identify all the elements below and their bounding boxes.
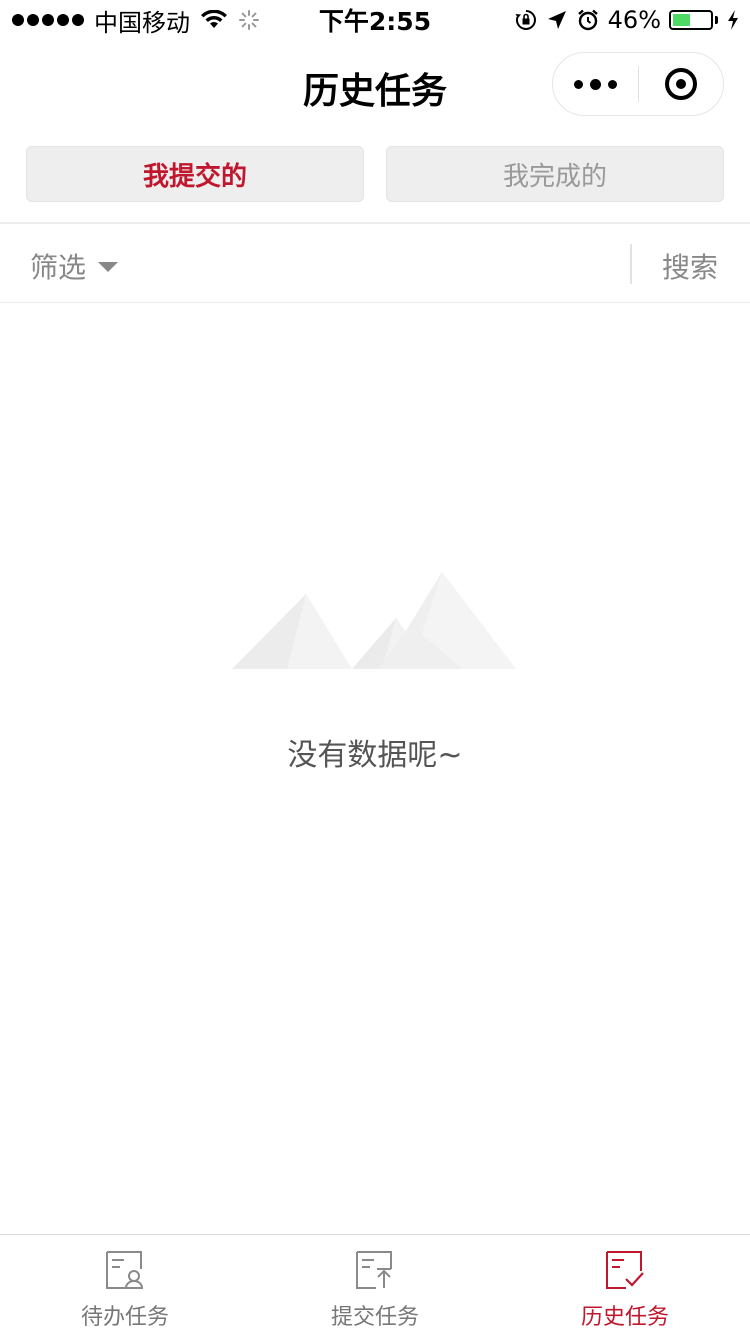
filter-dropdown[interactable]: 筛选 <box>30 246 119 286</box>
tabbar-label: 提交任务 <box>330 1305 419 1330</box>
todo-task-icon <box>106 1251 144 1289</box>
battery-level-fill <box>673 14 690 26</box>
tabbar-item-todo[interactable]: 待办任务 <box>0 1235 250 1334</box>
tabbar-item-history[interactable]: 历史任务 <box>500 1235 750 1334</box>
charging-bolt-icon <box>728 10 738 30</box>
mountains-icon <box>232 572 516 669</box>
divider <box>0 302 750 303</box>
status-left: 中国移动 <box>0 3 260 38</box>
more-button[interactable] <box>553 53 638 115</box>
search-button[interactable]: 搜索 <box>662 246 718 286</box>
target-close-icon <box>664 68 697 100</box>
location-arrow-icon <box>547 11 566 29</box>
status-bar: 中国移动 下午2:55 46% <box>0 0 750 40</box>
filter-bar: 筛选 搜索 <box>0 224 750 302</box>
mini-program-capsule <box>552 52 724 116</box>
page: 中国移动 下午2:55 46% 历史任务 我提交的 我完成的 筛选 搜索 没有数… <box>0 0 750 1334</box>
more-dot-icon <box>574 79 583 89</box>
alarm-icon <box>577 9 598 31</box>
chevron-down-icon <box>98 262 119 272</box>
filter-divider <box>630 244 632 284</box>
tab-submitted-by-me[interactable]: 我提交的 <box>26 146 364 202</box>
orientation-lock-icon <box>515 10 536 30</box>
tabbar-item-submit[interactable]: 提交任务 <box>250 1235 500 1334</box>
battery-percent: 46% <box>607 6 661 34</box>
tabbar-label: 历史任务 <box>580 1305 669 1330</box>
tab-completed-by-me[interactable]: 我完成的 <box>386 146 724 202</box>
battery-tip <box>715 16 718 24</box>
wifi-icon <box>201 10 227 28</box>
activity-spinner-icon <box>239 10 259 30</box>
tabbar-label: 待办任务 <box>80 1305 169 1330</box>
history-task-icon <box>606 1251 644 1289</box>
more-dot-icon <box>608 79 617 89</box>
carrier-name: 中国移动 <box>94 8 190 37</box>
empty-state-message: 没有数据呢~ <box>287 738 463 773</box>
close-mini-program-button[interactable] <box>639 53 723 115</box>
signal-strength-icon <box>12 14 84 26</box>
segment-tabs: 我提交的 我完成的 <box>26 146 724 204</box>
status-right: 46% <box>514 6 750 34</box>
navigation-bar: 历史任务 <box>0 40 750 128</box>
filter-label: 筛选 <box>30 251 87 284</box>
more-dot-icon <box>590 78 601 90</box>
bottom-tab-bar: 待办任务 提交任务 历史任务 <box>0 1234 750 1334</box>
submit-task-icon <box>356 1251 392 1289</box>
battery-icon <box>669 10 713 30</box>
